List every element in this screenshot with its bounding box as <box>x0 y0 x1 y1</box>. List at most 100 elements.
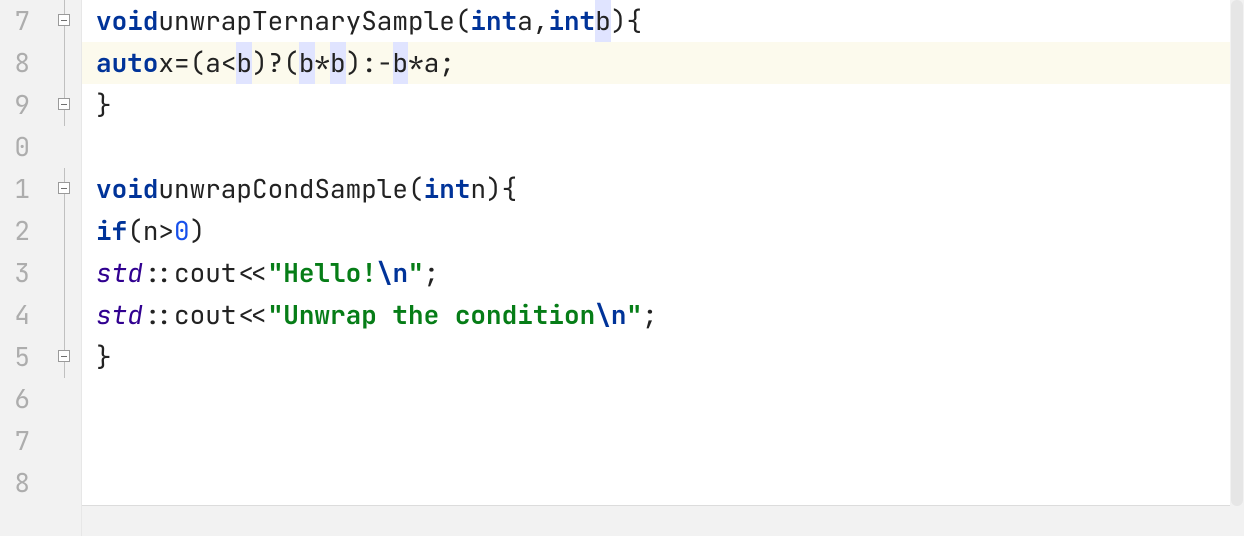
keyword-int: int <box>424 168 471 210</box>
var-b: b <box>330 42 346 84</box>
var-b: b <box>299 42 315 84</box>
paren-close: ) <box>252 42 268 84</box>
code-line-empty[interactable] <box>82 462 1244 504</box>
op-gt: > <box>158 210 174 252</box>
gutter-row: 4 <box>0 294 81 336</box>
keyword-int: int <box>470 0 517 42</box>
semicolon: ; <box>424 252 440 294</box>
var-n: n <box>143 210 159 252</box>
brace-open: { <box>626 0 642 42</box>
fold-end-icon[interactable] <box>58 98 70 110</box>
editor-footer <box>82 505 1244 536</box>
fold-end-icon[interactable] <box>58 350 70 362</box>
op-colon: : <box>361 42 377 84</box>
line-number: 4 <box>0 294 32 336</box>
keyword-int: int <box>548 0 595 42</box>
gutter-row: 0 <box>0 126 81 168</box>
code-area[interactable]: void unwrapTernarySample(int a, int b) {… <box>82 0 1244 536</box>
namespace-std: std <box>96 252 143 294</box>
code-line[interactable]: std::cout << "Unwrap the condition\n"; <box>82 294 1244 336</box>
string-quote: " <box>268 252 284 294</box>
gutter-row: 7 <box>0 0 81 42</box>
line-number: 7 <box>0 0 32 42</box>
brace-open: { <box>502 168 518 210</box>
comma: , <box>533 0 549 42</box>
keyword-if: if <box>96 210 127 252</box>
keyword-auto: auto <box>96 42 158 84</box>
param-b: b <box>595 0 611 42</box>
line-number: 8 <box>0 462 32 504</box>
line-number: 3 <box>0 252 32 294</box>
scope-op: :: <box>143 294 174 336</box>
escape-n: \n <box>377 252 408 294</box>
code-line[interactable]: } <box>82 84 1244 126</box>
line-number: 6 <box>0 378 32 420</box>
op-lshift: << <box>236 294 267 336</box>
code-line-empty[interactable] <box>82 378 1244 420</box>
scroll-thumb[interactable] <box>1231 0 1243 506</box>
string-literal: Hello! <box>283 252 377 294</box>
escape-n: \n <box>595 294 626 336</box>
line-number: 1 <box>0 168 32 210</box>
namespace-std: std <box>96 294 143 336</box>
op-qmark: ? <box>268 42 284 84</box>
gutter-row: 8 <box>0 42 81 84</box>
op-lt: < <box>221 42 237 84</box>
gutter-footer <box>0 506 81 536</box>
gutter-row: 6 <box>0 378 81 420</box>
gutter-row: 1 <box>0 168 81 210</box>
keyword-void: void <box>96 0 158 42</box>
line-number: 5 <box>0 336 32 378</box>
code-line-empty[interactable] <box>82 420 1244 462</box>
code-line[interactable]: void unwrapCondSample(int n) { <box>82 168 1244 210</box>
gutter-row: 9 <box>0 84 81 126</box>
paren-open: ( <box>283 42 299 84</box>
fold-collapse-icon[interactable] <box>58 14 70 26</box>
string-quote: " <box>408 252 424 294</box>
function-name: unwrapCondSample <box>158 168 408 210</box>
gutter-row: 7 <box>0 420 81 462</box>
gutter-row: 5 <box>0 336 81 378</box>
string-quote: " <box>268 294 284 336</box>
paren-close: ) <box>190 210 206 252</box>
scope-op: :: <box>143 252 174 294</box>
var-b: b <box>393 42 409 84</box>
semicolon: ; <box>642 294 658 336</box>
paren-open: ( <box>127 210 143 252</box>
paren-open: ( <box>408 168 424 210</box>
literal-zero: 0 <box>174 210 190 252</box>
paren-close: ) <box>346 42 362 84</box>
line-number: 7 <box>0 420 32 462</box>
gutter-row: 2 <box>0 210 81 252</box>
brace-close: } <box>96 336 112 378</box>
semicolon: ; <box>439 42 455 84</box>
cout: cout <box>174 294 236 336</box>
paren-close: ) <box>611 0 627 42</box>
line-number: 2 <box>0 210 32 252</box>
op-minus: - <box>377 42 393 84</box>
vertical-scrollbar[interactable] <box>1230 0 1244 506</box>
code-line[interactable]: } <box>82 336 1244 378</box>
param-n: n <box>470 168 486 210</box>
op-star: * <box>408 42 424 84</box>
op-eq: = <box>174 42 190 84</box>
var-a: a <box>424 42 440 84</box>
code-line[interactable]: std::cout << "Hello!\n"; <box>82 252 1244 294</box>
op-star: * <box>315 42 331 84</box>
op-lshift: << <box>236 252 267 294</box>
code-line[interactable]: void unwrapTernarySample(int a, int b) { <box>82 0 1244 42</box>
code-editor[interactable]: 7 8 9 0 1 2 3 4 5 6 7 8 void unwrapTerna… <box>0 0 1244 536</box>
code-line-empty[interactable] <box>82 126 1244 168</box>
paren-open: ( <box>190 42 206 84</box>
gutter: 7 8 9 0 1 2 3 4 5 6 7 8 <box>0 0 82 536</box>
keyword-void: void <box>96 168 158 210</box>
var-a: a <box>205 42 221 84</box>
cout: cout <box>174 252 236 294</box>
fold-collapse-icon[interactable] <box>58 182 70 194</box>
var-x: x <box>158 42 174 84</box>
code-line-current[interactable]: auto x = (a < b) ? (b*b) : -b * a; <box>82 42 1244 84</box>
function-name: unwrapTernarySample <box>158 0 454 42</box>
code-line[interactable]: if (n > 0) <box>82 210 1244 252</box>
gutter-row: 8 <box>0 462 81 504</box>
brace-close: } <box>96 84 112 126</box>
